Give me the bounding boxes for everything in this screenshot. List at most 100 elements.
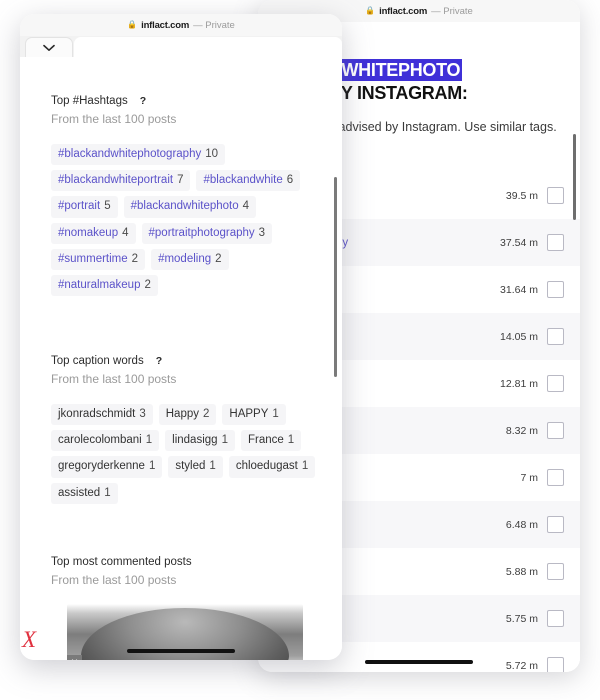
section-subtitle: From the last 100 posts: [51, 573, 177, 587]
chip-label: #nomakeup: [58, 226, 119, 239]
row-checkbox[interactable]: [547, 422, 564, 439]
row-checkbox[interactable]: [547, 657, 564, 672]
hashtag-chip[interactable]: #nomakeup 4: [51, 222, 136, 244]
chip-label: Happy: [165, 408, 199, 420]
row-count: 14.05 m: [500, 330, 538, 343]
foreground-browser-window[interactable]: 🔒 inflact.com — Private Top #Hashtags ? …: [20, 14, 342, 660]
row-checkbox[interactable]: [547, 281, 564, 298]
row-checkbox[interactable]: [547, 610, 564, 627]
hashtag-chip[interactable]: #portraitphotography 3: [141, 222, 273, 244]
hashtag-chip[interactable]: #portrait 5: [51, 196, 118, 218]
row-checkbox[interactable]: [547, 328, 564, 345]
section-title-row: Top #Hashtags ?: [51, 95, 331, 107]
help-icon[interactable]: ?: [140, 95, 146, 107]
tab-active[interactable]: [74, 37, 342, 58]
hashtag-chip[interactable]: #blackandwhitephotography 10: [51, 144, 226, 166]
back-url-private-label: — Private: [431, 5, 473, 17]
section-top-hashtags: Top #Hashtags ? From the last 100 posts …: [51, 95, 331, 297]
caption-word-chip[interactable]: lindasigg 1: [165, 430, 235, 452]
caption-word-chip[interactable]: gregoryderkenne 1: [51, 456, 163, 478]
chip-label: #blackandwhiteportrait: [58, 174, 174, 187]
section-title: Top #Hashtags: [51, 95, 128, 107]
chip-label: carolecolombani: [58, 434, 142, 447]
chip-label: chloedugast: [235, 460, 298, 473]
row-count: 5.88 m: [505, 565, 538, 578]
chip-count: 3: [139, 408, 146, 420]
back-url-host: inflact.com: [379, 5, 428, 17]
caption-word-chip[interactable]: carolecolombani 1: [51, 430, 160, 452]
chip-label: lindasigg: [172, 434, 218, 447]
chip-label: #summertime: [58, 252, 128, 265]
front-page-content: Top #Hashtags ? From the last 100 posts …: [20, 57, 342, 660]
section-title-row: Top most commented posts: [51, 556, 331, 568]
hashtag-chip-list: #blackandwhitephotography 10 #blackandwhi…: [51, 144, 331, 297]
back-home-indicator: [365, 660, 473, 664]
hashtag-chip[interactable]: #blackandwhiteportrait 7: [51, 170, 191, 192]
chip-count: 1: [148, 460, 156, 473]
photo-close-icon[interactable]: X: [67, 655, 82, 660]
row-checkbox[interactable]: [547, 234, 564, 251]
chip-label: #portraitphotography: [148, 226, 255, 239]
caption-word-chip[interactable]: jkonradschmidt 3: [51, 404, 153, 426]
front-scrollbar-thumb[interactable]: [334, 177, 337, 377]
chip-count: 3: [258, 226, 266, 239]
caption-word-chip[interactable]: styled 1: [168, 456, 223, 478]
row-count: 6.48 m: [505, 518, 538, 531]
chip-count: 2: [203, 408, 210, 420]
screenshot-stage: 🔒 inflact.com — Private ED CKANDWHITEPHO…: [0, 0, 600, 700]
row-checkbox[interactable]: [547, 469, 564, 486]
front-url-host: inflact.com: [141, 19, 190, 31]
caption-word-chip[interactable]: HAPPY 1: [222, 404, 286, 426]
caption-word-chip[interactable]: France 1: [240, 430, 302, 452]
chevron-down-icon: [43, 44, 55, 51]
help-icon[interactable]: ?: [156, 355, 162, 367]
caption-word-chip[interactable]: assisted 1: [51, 482, 118, 504]
tab-dropdown-button[interactable]: [25, 37, 73, 58]
chip-count: 2: [131, 252, 139, 265]
chip-count: 2: [144, 279, 151, 292]
chip-label: #blackandwhite: [203, 174, 283, 187]
chip-label: gregoryderkenne: [58, 460, 145, 473]
hashtag-chip[interactable]: #blackandwhite 6: [196, 170, 301, 192]
row-count: 12.81 m: [500, 377, 538, 390]
chip-count: 1: [272, 408, 279, 420]
front-home-indicator: [127, 649, 235, 653]
back-scrollbar-thumb[interactable]: [573, 134, 576, 220]
caption-word-chip[interactable]: chloedugast 1: [228, 456, 316, 478]
section-subtitle: From the last 100 posts: [51, 112, 177, 126]
hashtag-chip[interactable]: #summertime 2: [51, 248, 146, 271]
chip-count: 5: [104, 200, 111, 213]
chip-count: 10: [205, 148, 219, 160]
row-checkbox[interactable]: [547, 375, 564, 392]
caption-word-chip[interactable]: Happy 2: [158, 404, 217, 426]
row-count: 8.32 m: [505, 424, 538, 437]
row-count: 5.72 m: [505, 659, 538, 672]
row-checkbox[interactable]: [547, 187, 564, 204]
front-url-bar[interactable]: 🔒 inflact.com — Private: [20, 14, 342, 37]
chip-count: 1: [301, 460, 309, 473]
hashtag-chip[interactable]: #naturalmakeup 2: [51, 275, 158, 297]
chip-label: #naturalmakeup: [58, 279, 141, 292]
caption-word-chip-list: jkonradschmidt 3 Happy 2 HAPPY 1 carolecolo…: [51, 404, 331, 504]
chip-label: assisted: [58, 486, 101, 499]
chip-count: 4: [122, 226, 129, 239]
hashtag-chip[interactable]: #blackandwhitephoto 4: [123, 196, 257, 218]
lock-icon: 🔒: [365, 6, 376, 15]
red-x-mark: X: [22, 627, 37, 652]
section-title-row: Top caption words ?: [51, 355, 331, 367]
row-checkbox[interactable]: [547, 563, 564, 580]
front-url-private-label: — Private: [193, 19, 235, 31]
chip-count: 7: [177, 174, 184, 187]
hashtag-chip[interactable]: #modeling 2: [151, 248, 229, 271]
section-subtitle: From the last 100 posts: [51, 372, 177, 386]
row-count: 39.5 m: [505, 189, 538, 202]
chip-label: styled: [175, 460, 206, 473]
row-checkbox[interactable]: [547, 516, 564, 533]
lock-icon: 🔒: [127, 20, 138, 29]
chip-count: 1: [104, 486, 111, 499]
section-title: Top most commented posts: [51, 556, 192, 568]
chip-label: #blackandwhitephoto: [130, 200, 239, 213]
row-count: 37.54 m: [500, 236, 538, 249]
chip-label: France: [247, 434, 284, 447]
chip-label: HAPPY: [229, 408, 269, 420]
